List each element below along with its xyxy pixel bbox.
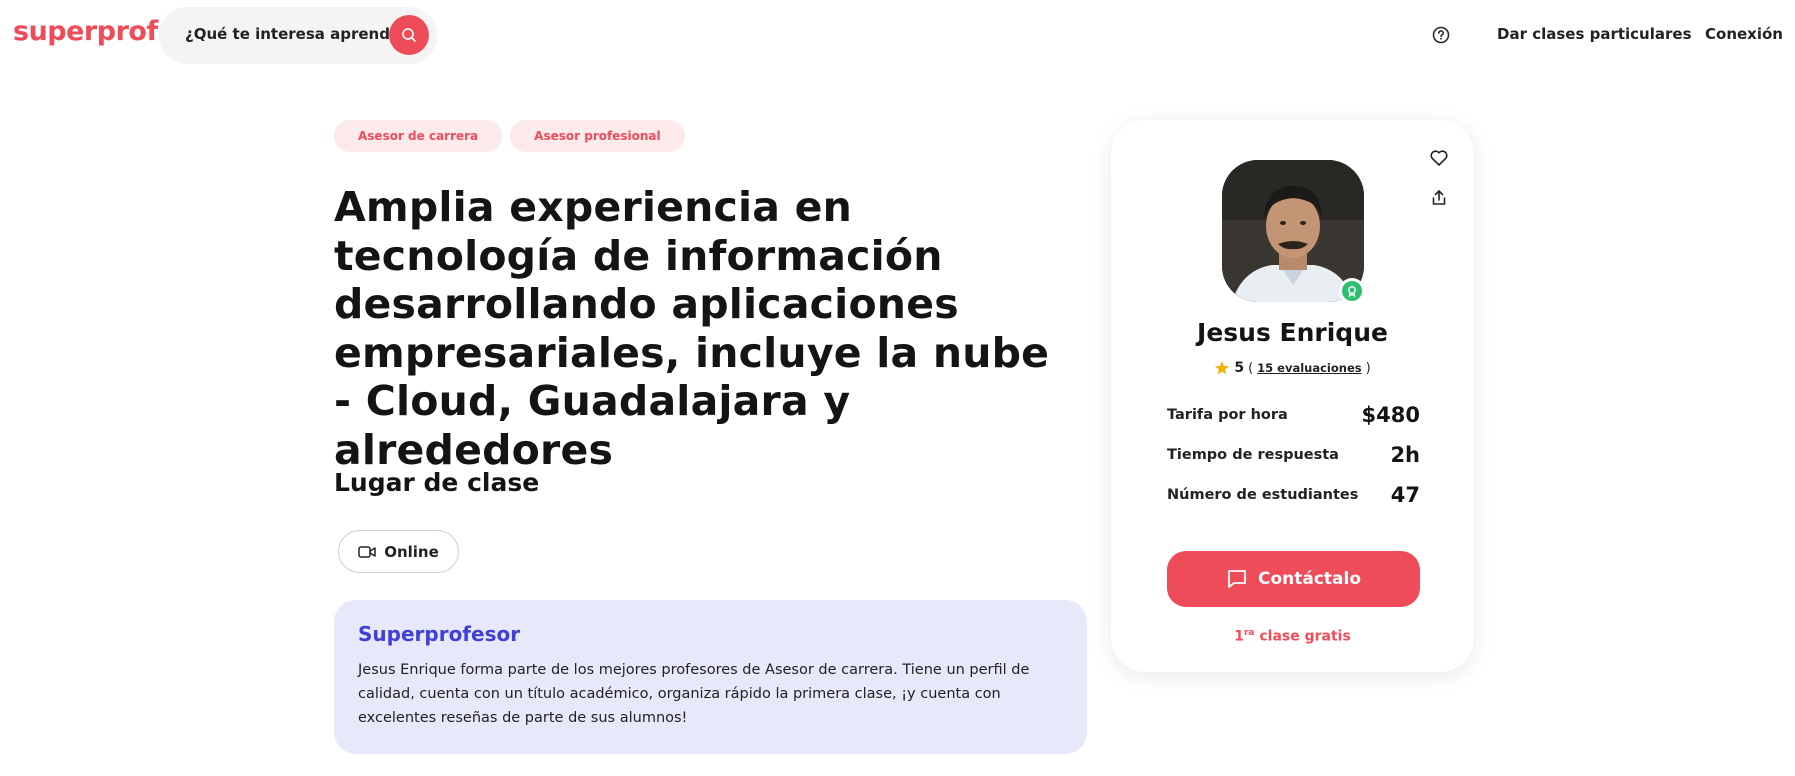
login-link[interactable]: Conexión: [1705, 25, 1783, 43]
stat-response-time: Tiempo de respuesta 2h: [1167, 443, 1420, 467]
tutor-card: Jesus Enrique 5 (15 evaluaciones) Tarifa…: [1111, 120, 1474, 672]
video-camera-icon: [358, 545, 376, 558]
free-class-number: 1: [1234, 628, 1244, 645]
location-heading: Lugar de clase: [334, 468, 540, 497]
rating: 5 (15 evaluaciones): [1111, 360, 1474, 376]
stat-value: 2h: [1390, 443, 1420, 467]
superprofesor-heading: Superprofesor: [358, 622, 521, 646]
stat-value: $480: [1361, 403, 1420, 427]
stat-hourly-rate: Tarifa por hora $480: [1167, 403, 1420, 427]
stat-label: Tiempo de respuesta: [1167, 447, 1339, 463]
search-button[interactable]: [389, 15, 429, 55]
reviews-link[interactable]: 15 evaluaciones: [1257, 361, 1361, 375]
free-class-text: clase gratis: [1254, 628, 1351, 645]
subject-tags: Asesor de carrera Asesor profesional: [334, 120, 685, 152]
free-class-note: 1ra clase gratis: [1111, 628, 1474, 645]
star-icon: [1215, 361, 1230, 375]
heart-icon[interactable]: [1429, 148, 1449, 168]
chat-icon: [1228, 570, 1246, 588]
search-placeholder[interactable]: ¿Qué te interesa aprender?: [185, 25, 416, 43]
tutor-name: Jesus Enrique: [1197, 318, 1388, 347]
teach-link[interactable]: Dar clases particulares: [1497, 25, 1692, 43]
header: superprof ¿Qué te interesa aprender? Dar…: [0, 0, 1795, 70]
stat-value: 47: [1390, 483, 1420, 507]
online-option[interactable]: Online: [338, 530, 459, 573]
stat-label: Número de estudiantes: [1167, 487, 1359, 503]
tag-asesor-de-carrera[interactable]: Asesor de carrera: [334, 120, 503, 152]
search-bar[interactable]: ¿Qué te interesa aprender?: [159, 7, 437, 64]
superprofesor-box: Superprofesor Jesus Enrique forma parte …: [334, 600, 1087, 754]
stat-students: Número de estudiantes 47: [1167, 483, 1420, 507]
stat-label: Tarifa por hora: [1167, 407, 1288, 423]
online-label: Online: [384, 542, 439, 561]
help-icon[interactable]: [1432, 26, 1450, 44]
tag-asesor-profesional[interactable]: Asesor profesional: [510, 120, 685, 152]
contact-button[interactable]: Contáctalo: [1167, 551, 1420, 607]
superprof-logo[interactable]: superprof: [13, 16, 158, 47]
contact-label: Contáctalo: [1257, 569, 1362, 589]
rating-score: 5: [1234, 360, 1245, 376]
page-title: Amplia experiencia en tecnología de info…: [334, 183, 1050, 474]
reviews-paren-open: (: [1248, 360, 1254, 376]
free-class-ordinal: ra: [1243, 628, 1255, 638]
share-icon[interactable]: [1429, 188, 1449, 208]
search-icon: [402, 28, 416, 42]
superprofesor-text: Jesus Enrique forma parte de los mejores…: [358, 662, 1030, 726]
verified-badge-icon: [1339, 278, 1365, 304]
reviews-paren-close: ): [1365, 360, 1371, 376]
